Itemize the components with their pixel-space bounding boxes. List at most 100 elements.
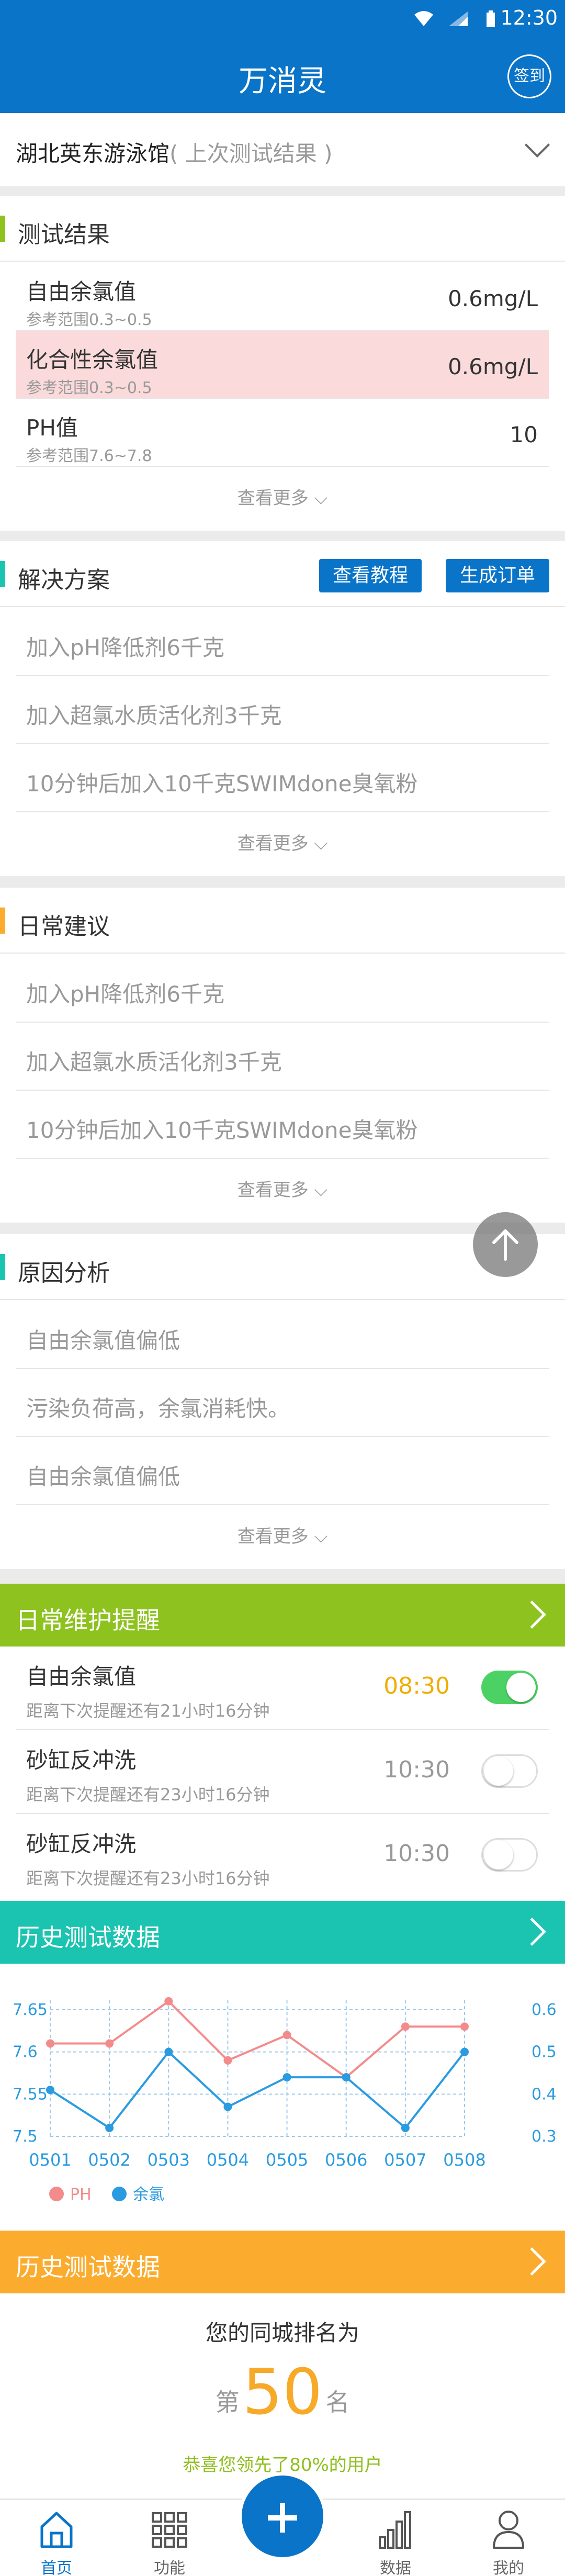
history-header[interactable]: 历史测试数据 bbox=[0, 1901, 565, 1964]
chevron-right-icon bbox=[518, 2247, 546, 2276]
data-point bbox=[401, 2022, 410, 2031]
signal-icon bbox=[448, 10, 469, 30]
item-text: 10分钟后加入10千克SWIMdone臭氧粉 bbox=[26, 1117, 418, 1143]
x-tick-label: 0505 bbox=[266, 2150, 308, 2170]
battery-icon bbox=[485, 10, 496, 31]
reminder-toggle[interactable] bbox=[481, 1754, 538, 1788]
y-left-tick-label: 7.65 bbox=[13, 2001, 48, 2019]
reminder-row[interactable]: 砂缸反冲洗 距离下次提醒还有23小时16分钟 10:30 bbox=[16, 1814, 549, 1898]
test-results-section: 测试结果 自由余氯值 参考范围0.3~0.5 0.6mg/L 化合性余氯值 参考… bbox=[0, 196, 565, 531]
data-point bbox=[282, 2031, 291, 2040]
pool-name: 湖北英东游泳馆 bbox=[16, 141, 170, 166]
data-point bbox=[46, 2039, 54, 2048]
x-tick-label: 0506 bbox=[325, 2150, 367, 2170]
result-name: PH值 bbox=[26, 415, 78, 441]
grid-icon bbox=[152, 2512, 187, 2548]
result-row-combined-chlorine[interactable]: 化合性余氯值 参考范围0.3~0.5 0.6mg/L bbox=[16, 331, 549, 399]
reminder-time: 08:30 bbox=[383, 1673, 450, 1699]
reminder-toggle[interactable] bbox=[481, 1838, 538, 1872]
result-name: 化合性余氯值 bbox=[26, 347, 159, 373]
tab-profile[interactable]: 我的 bbox=[452, 2500, 565, 2576]
list-item: 加入超氯水质活化剂3千克 bbox=[16, 676, 549, 744]
reminder-name: 自由余氯值 bbox=[26, 1664, 137, 1689]
reminder-row[interactable]: 自由余氯值 距离下次提醒还有21小时16分钟 08:30 bbox=[16, 1647, 549, 1730]
causes-more-link[interactable]: 查看更多 ⌵ bbox=[0, 1522, 565, 1548]
ranking-title: 历史测试数据 bbox=[16, 2253, 160, 2281]
reminder-row[interactable]: 砂缸反冲洗 距离下次提醒还有23小时16分钟 10:30 bbox=[16, 1730, 549, 1814]
result-row-ph[interactable]: PH值 参考范围7.6~7.8 10 bbox=[16, 399, 549, 467]
legend-swatch-chlorine bbox=[112, 2187, 127, 2201]
data-point bbox=[164, 2047, 173, 2056]
bars-icon bbox=[379, 2511, 411, 2549]
result-value: 0.6mg/L bbox=[448, 354, 538, 379]
user-icon bbox=[493, 2511, 524, 2549]
chevron-right-icon bbox=[518, 1600, 546, 1629]
toggle-knob bbox=[484, 1756, 513, 1786]
ranking-header[interactable]: 历史测试数据 bbox=[0, 2231, 565, 2293]
x-tick-label: 0501 bbox=[29, 2150, 71, 2170]
cause-analysis-title: 原因分析 bbox=[18, 1260, 110, 1286]
result-row-free-chlorine[interactable]: 自由余氯值 参考范围0.3~0.5 0.6mg/L bbox=[16, 263, 549, 331]
cause-analysis-section: 原因分析 自由余氯值偏低 污染负荷高，余氯消耗快。 自由余氯值偏低 查看更多 ⌵ bbox=[0, 1234, 565, 1569]
reminder-desc: 距离下次提醒还有23小时16分钟 bbox=[26, 1785, 270, 1805]
more-label: 查看更多 bbox=[237, 1180, 309, 1201]
daily-advice-header: 日常建议 bbox=[0, 888, 565, 954]
item-text: 自由余氯值偏低 bbox=[26, 1464, 180, 1489]
data-point bbox=[460, 2022, 469, 2031]
result-range: 参考范围0.3~0.5 bbox=[26, 311, 152, 329]
data-point bbox=[342, 2073, 351, 2082]
tab-data[interactable]: 数据 bbox=[339, 2500, 452, 2576]
list-item: 加入pH降低剂6千克 bbox=[16, 955, 549, 1023]
pool-name-line: 湖北英东游泳馆( 上次测试结果 ) bbox=[16, 136, 333, 168]
signin-button[interactable]: 签到 bbox=[507, 54, 551, 98]
y-left-tick-label: 7.55 bbox=[13, 2085, 48, 2103]
view-tutorial-button[interactable]: 查看教程 bbox=[319, 559, 422, 592]
more-label: 查看更多 bbox=[237, 488, 309, 509]
advice-more-link[interactable]: 查看更多 ⌵ bbox=[0, 1175, 565, 1201]
result-value: 10 bbox=[510, 422, 538, 447]
list-item: 自由余氯值偏低 bbox=[16, 1437, 549, 1505]
status-time: 12:30 bbox=[500, 6, 558, 29]
more-label: 查看更多 bbox=[237, 833, 309, 854]
generate-order-button[interactable]: 生成订单 bbox=[446, 559, 549, 592]
maintenance-header[interactable]: 日常维护提醒 bbox=[0, 1584, 565, 1647]
plus-icon-vertical bbox=[280, 2503, 285, 2533]
home-icon bbox=[40, 2512, 73, 2548]
item-text: 加入超氯水质活化剂3千克 bbox=[26, 1049, 282, 1075]
results-more-link[interactable]: 查看更多 ⌵ bbox=[0, 484, 565, 509]
nav-bar: 万消灵 签到 bbox=[0, 38, 565, 113]
maintenance-list: 自由余氯值 距离下次提醒还有21小时16分钟 08:30 砂缸反冲洗 距离下次提… bbox=[0, 1647, 565, 1902]
reminder-desc: 距离下次提醒还有21小时16分钟 bbox=[26, 1701, 270, 1721]
tab-label: 数据 bbox=[380, 2559, 411, 2576]
data-point bbox=[223, 2056, 232, 2065]
result-range: 参考范围0.3~0.5 bbox=[26, 379, 152, 397]
tab-home[interactable]: 首页 bbox=[0, 2500, 113, 2576]
ranking-line: 第50 名 bbox=[0, 2356, 565, 2429]
add-button[interactable] bbox=[239, 2472, 326, 2560]
x-tick-label: 0502 bbox=[88, 2150, 130, 2170]
section-marker bbox=[0, 561, 5, 587]
legend-label: PH bbox=[70, 2186, 92, 2204]
tab-features[interactable]: 功能 bbox=[113, 2500, 226, 2576]
legend-swatch-ph bbox=[49, 2187, 64, 2201]
item-text: 自由余氯值偏低 bbox=[26, 1328, 180, 1353]
test-results-header: 测试结果 bbox=[0, 196, 565, 262]
item-text: 加入超氯水质活化剂3千克 bbox=[26, 703, 282, 729]
ranking-caption: 您的同城排名为 bbox=[205, 2320, 359, 2346]
toggle-knob bbox=[506, 1673, 536, 1702]
app-title: 万消灵 bbox=[239, 64, 326, 98]
pool-selector[interactable]: 湖北英东游泳馆( 上次测试结果 ) bbox=[0, 113, 565, 186]
solutions-more-link[interactable]: 查看更多 ⌵ bbox=[0, 829, 565, 855]
list-item: 10分钟后加入10千克SWIMdone臭氧粉 bbox=[16, 744, 549, 812]
x-tick-label: 0503 bbox=[148, 2150, 190, 2170]
reminder-name: 砂缸反冲洗 bbox=[26, 1748, 137, 1773]
data-point bbox=[164, 1997, 173, 2006]
list-item: 自由余氯值偏低 bbox=[16, 1301, 549, 1369]
reminder-toggle[interactable] bbox=[481, 1671, 538, 1704]
solutions-header: 解决方案 查看教程 生成订单 bbox=[0, 541, 565, 607]
scroll-top-button[interactable] bbox=[473, 1212, 538, 1277]
pool-hint: ( 上次测试结果 ) bbox=[170, 141, 333, 166]
wifi-icon bbox=[413, 10, 434, 30]
tab-label: 首页 bbox=[41, 2559, 72, 2576]
rank-number: 50 bbox=[242, 2356, 323, 2429]
